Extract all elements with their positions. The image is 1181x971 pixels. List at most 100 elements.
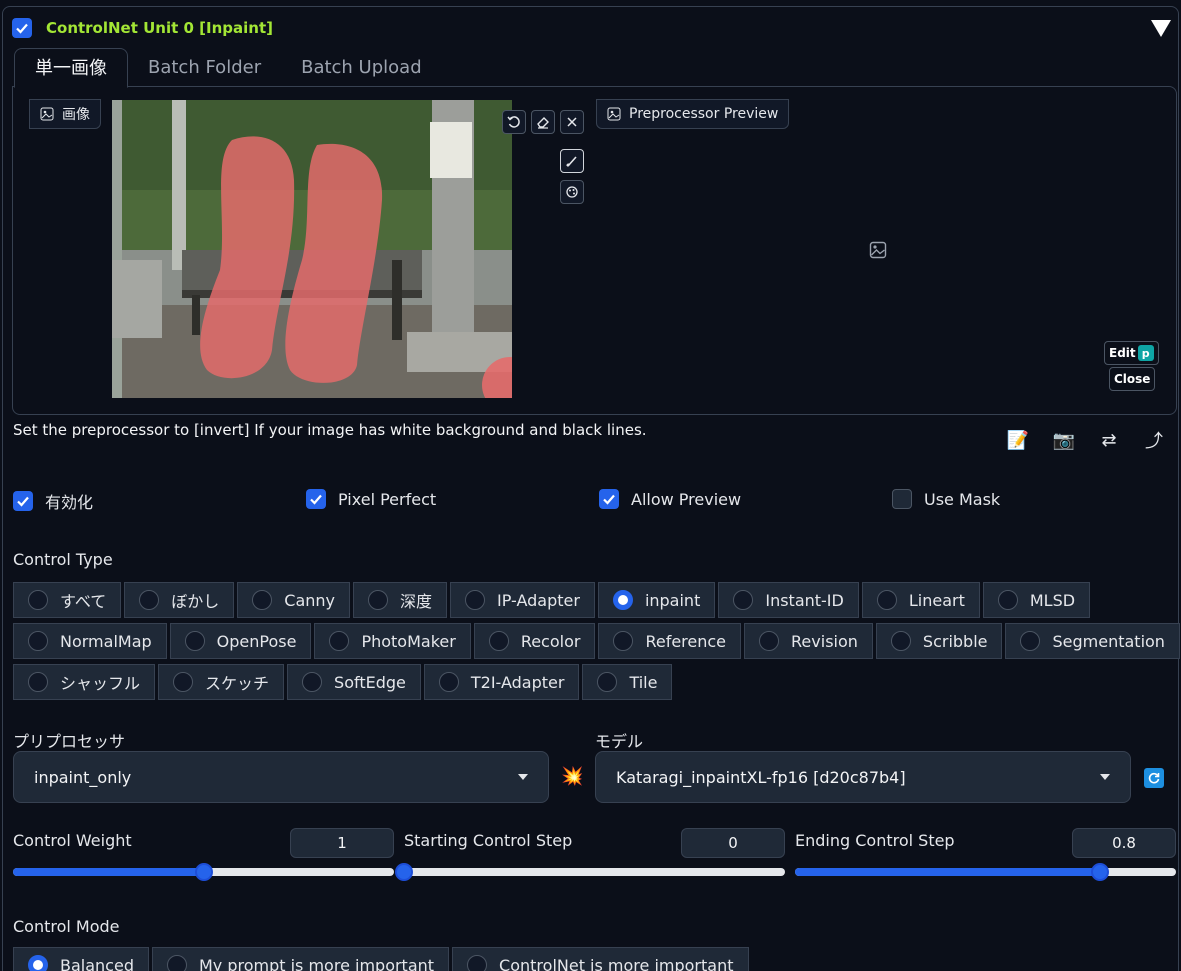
- radio-dot[interactable]: [597, 672, 618, 692]
- radio-label: PhotoMaker: [361, 631, 456, 651]
- swap-icon[interactable]: ⇄: [1097, 428, 1121, 452]
- unit-enable-checkbox[interactable]: [12, 18, 32, 38]
- enable-checkbox[interactable]: [13, 491, 33, 511]
- color-palette-button[interactable]: [560, 180, 584, 204]
- option-enable[interactable]: 有効化: [13, 489, 93, 513]
- hint-text: Set the preprocessor to [invert] If your…: [13, 421, 647, 439]
- control-type-openpose[interactable]: OpenPose: [169, 623, 312, 659]
- control-type-canny[interactable]: Canny: [237, 582, 350, 618]
- preprocessor-dropdown[interactable]: inpaint_only: [13, 751, 549, 803]
- control-type-t2i-adapter[interactable]: T2I-Adapter: [423, 664, 580, 700]
- send-dimensions-icon[interactable]: ⤴: [1142, 428, 1166, 452]
- chevron-down-icon: [518, 774, 528, 780]
- ending-step-input[interactable]: 0.8: [1072, 828, 1176, 858]
- tab-batch-folder[interactable]: Batch Folder: [128, 48, 281, 88]
- control-type-recolor[interactable]: Recolor: [473, 623, 596, 659]
- pixel-perfect-checkbox[interactable]: [306, 489, 326, 509]
- tab-single-image[interactable]: 単一画像: [14, 48, 128, 88]
- control-type-mlsd[interactable]: MLSD: [982, 582, 1091, 618]
- radio-dot[interactable]: [465, 590, 486, 610]
- radio-dot[interactable]: [612, 590, 633, 610]
- control-type-scribble[interactable]: Scribble: [875, 623, 1003, 659]
- radio-dot[interactable]: [173, 672, 194, 692]
- radio-dot[interactable]: [302, 672, 323, 692]
- control-weight-slider[interactable]: [13, 863, 394, 881]
- notepad-icon[interactable]: 📝: [1006, 428, 1030, 452]
- refresh-models-button[interactable]: [1144, 768, 1164, 788]
- radio-dot[interactable]: [1020, 631, 1041, 651]
- use-mask-checkbox[interactable]: [892, 489, 912, 509]
- control-type-option-1[interactable]: ぼかし: [124, 582, 235, 618]
- radio-dot[interactable]: [759, 631, 780, 651]
- radio-dot[interactable]: [28, 955, 48, 971]
- preprocessor-value: inpaint_only: [34, 767, 132, 787]
- control-type-instant-id[interactable]: Instant-ID: [718, 582, 859, 618]
- model-label: モデル: [595, 732, 644, 751]
- radio-dot[interactable]: [166, 955, 187, 971]
- camera-icon[interactable]: 📷: [1052, 428, 1076, 452]
- starting-step-slider[interactable]: [395, 863, 785, 881]
- radio-dot[interactable]: [329, 631, 350, 651]
- eraser-button[interactable]: [531, 110, 555, 134]
- input-image-canvas[interactable]: [112, 100, 512, 398]
- allow-preview-checkbox[interactable]: [599, 489, 619, 509]
- ending-step-slider[interactable]: [795, 863, 1176, 881]
- undo-button[interactable]: [502, 110, 526, 134]
- close-preview-button[interactable]: Close: [1109, 367, 1156, 391]
- control-type-ip-adapter[interactable]: IP-Adapter: [450, 582, 595, 618]
- edit-button[interactable]: Edit p: [1104, 341, 1159, 365]
- radio-dot[interactable]: [613, 631, 634, 651]
- radio-dot[interactable]: [488, 631, 509, 651]
- collapse-triangle-icon[interactable]: [1151, 20, 1171, 37]
- control-type-inpaint[interactable]: inpaint: [597, 582, 716, 618]
- control-type-normalmap[interactable]: NormalMap: [13, 623, 167, 659]
- radio-dot[interactable]: [184, 631, 205, 651]
- tab-batch-upload[interactable]: Batch Upload: [281, 48, 442, 88]
- slider-thumb[interactable]: [395, 863, 413, 881]
- control-type-revision[interactable]: Revision: [744, 623, 873, 659]
- slider-thumb[interactable]: [194, 863, 213, 881]
- radio-dot[interactable]: [997, 590, 1018, 610]
- eraser-icon: [537, 117, 549, 129]
- control-type-reference[interactable]: Reference: [598, 623, 742, 659]
- clear-image-button[interactable]: [560, 110, 584, 134]
- input-image-label: 画像: [29, 99, 101, 129]
- control-mode-label: Control Mode: [13, 917, 120, 936]
- radio-dot[interactable]: [252, 590, 273, 610]
- brush-button[interactable]: [560, 149, 584, 173]
- control-type-option-17[interactable]: シャッフル: [13, 664, 156, 700]
- radio-dot[interactable]: [438, 672, 459, 692]
- input-image-label-text: 画像: [62, 107, 90, 123]
- slider-thumb[interactable]: [1090, 863, 1109, 881]
- control-mode-my-prompt-is-more-important[interactable]: My prompt is more important: [151, 947, 450, 971]
- starting-step-input[interactable]: 0: [681, 828, 785, 858]
- radio-dot[interactable]: [890, 631, 911, 651]
- radio-dot[interactable]: [139, 590, 160, 610]
- control-type-segmentation[interactable]: Segmentation: [1005, 623, 1180, 659]
- option-pixel-perfect[interactable]: Pixel Perfect: [306, 489, 436, 509]
- control-type-softedge[interactable]: SoftEdge: [287, 664, 421, 700]
- control-mode-controlnet-is-more-important[interactable]: ControlNet is more important: [452, 947, 749, 971]
- radio-dot[interactable]: [733, 590, 754, 610]
- control-type-option-3[interactable]: 深度: [353, 582, 448, 618]
- model-dropdown[interactable]: Kataragi_inpaintXL-fp16 [d20c87b4]: [595, 751, 1131, 803]
- image-icon: [40, 107, 54, 121]
- radio-dot[interactable]: [28, 631, 48, 651]
- control-type-tile[interactable]: Tile: [582, 664, 673, 700]
- radio-dot[interactable]: [467, 955, 488, 971]
- control-weight-input[interactable]: 1: [290, 828, 394, 858]
- radio-dot[interactable]: [28, 590, 48, 610]
- control-type-photomaker[interactable]: PhotoMaker: [314, 623, 471, 659]
- radio-dot[interactable]: [876, 590, 897, 610]
- control-type-lineart[interactable]: Lineart: [861, 582, 980, 618]
- ending-step-label: Ending Control Step: [795, 831, 955, 850]
- control-type-option-0[interactable]: すべて: [13, 582, 122, 618]
- control-type-option-18[interactable]: スケッチ: [158, 664, 285, 700]
- option-use-mask[interactable]: Use Mask: [892, 489, 1000, 509]
- option-allow-preview[interactable]: Allow Preview: [599, 489, 741, 509]
- radio-dot[interactable]: [368, 590, 388, 610]
- run-preprocessor-icon[interactable]: 💥: [561, 766, 583, 787]
- radio-label: IP-Adapter: [497, 590, 580, 610]
- control-mode-balanced[interactable]: Balanced: [13, 947, 149, 971]
- radio-dot[interactable]: [28, 672, 48, 692]
